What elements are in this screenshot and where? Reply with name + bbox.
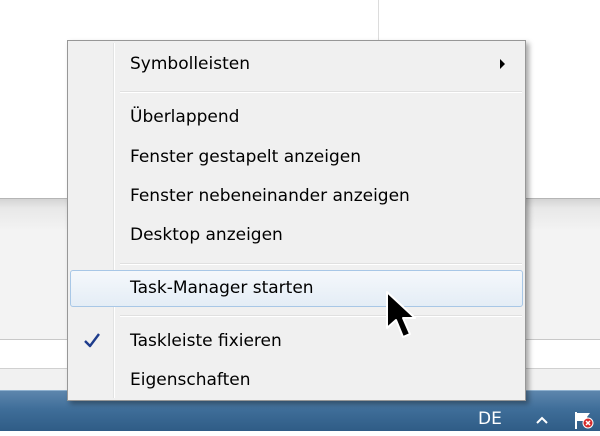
chevron-up-icon[interactable] xyxy=(530,410,554,430)
language-indicator[interactable]: DE xyxy=(478,409,502,429)
background-divider xyxy=(378,0,379,40)
menu-item-label: Desktop anzeigen xyxy=(130,225,283,245)
chevron-right-icon xyxy=(500,59,505,69)
menu-item-label: Taskleiste fixieren xyxy=(130,331,282,351)
menu-item-desktop-anzeigen[interactable]: Desktop anzeigen xyxy=(70,218,523,252)
menu-item-label: Eigenschaften xyxy=(130,370,251,390)
menu-item-label: Task-Manager starten xyxy=(130,278,314,298)
taskbar-context-menu: Symbolleisten Überlappend Fenster gestap… xyxy=(67,40,526,401)
menu-item-eigenschaften[interactable]: Eigenschaften xyxy=(70,363,523,397)
menu-item-nebeneinander[interactable]: Fenster nebeneinander anzeigen xyxy=(70,179,523,213)
checkmark-icon xyxy=(82,331,102,351)
menu-item-task-manager[interactable]: Task-Manager starten xyxy=(70,270,523,307)
menu-item-symbolleisten[interactable]: Symbolleisten xyxy=(70,47,523,81)
menu-item-gestapelt[interactable]: Fenster gestapelt anzeigen xyxy=(70,140,523,174)
menu-separator xyxy=(120,91,522,93)
menu-item-ueberlappend[interactable]: Überlappend xyxy=(70,100,523,134)
menu-item-label: Fenster nebeneinander anzeigen xyxy=(130,186,410,206)
menu-item-label: Überlappend xyxy=(130,107,240,127)
mouse-pointer-icon xyxy=(385,290,419,342)
menu-separator xyxy=(120,315,522,317)
flag-icon[interactable] xyxy=(570,410,596,430)
menu-item-label: Fenster gestapelt anzeigen xyxy=(130,147,362,167)
menu-item-label: Symbolleisten xyxy=(130,54,250,74)
menu-separator xyxy=(120,263,522,265)
menu-item-taskleiste-fixieren[interactable]: Taskleiste fixieren xyxy=(70,324,523,358)
